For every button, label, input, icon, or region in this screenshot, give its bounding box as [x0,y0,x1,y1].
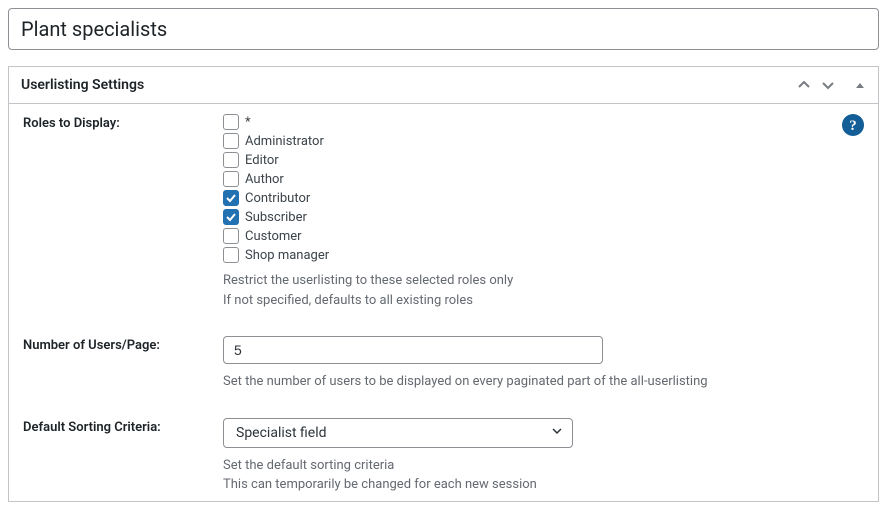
panel-title: Userlisting Settings [21,77,144,93]
sorting-field: Default Sorting Criteria: Specialist fie… [23,418,864,495]
roles-desc-line2: If not specified, defaults to all existi… [223,291,864,311]
sorting-select-value: Specialist field [236,425,327,441]
checkbox-author[interactable] [223,171,239,187]
checkbox-administrator-label[interactable]: Administrator [245,134,324,149]
roles-desc-line1: Restrict the userlisting to these select… [223,271,864,291]
checkbox-subscriber[interactable] [223,209,239,225]
page-title: Plant specialists [21,17,866,41]
roles-control: * Administrator Editor Author Contributo… [223,114,864,310]
roles-desc: Restrict the userlisting to these select… [223,271,864,310]
chevron-up-icon[interactable] [796,77,812,93]
checkbox-shop-manager[interactable] [223,247,239,263]
checkbox-administrator[interactable] [223,133,239,149]
roles-field: Roles to Display: * Administrator Editor… [23,114,864,310]
checkbox-contributor-label[interactable]: Contributor [245,191,310,206]
sorting-desc: Set the default sorting criteria This ca… [223,456,864,495]
panel-body: ? Roles to Display: * Administrator Edit… [9,104,878,495]
chevron-down-icon[interactable] [820,77,836,93]
users-per-page-input[interactable] [223,336,603,364]
perpage-label: Number of Users/Page: [23,336,223,353]
collapse-icon[interactable] [854,79,866,91]
checkbox-customer-label[interactable]: Customer [245,229,302,244]
sorting-label: Default Sorting Criteria: [23,418,223,435]
sorting-desc-line1: Set the default sorting criteria [223,456,864,476]
panel-header: Userlisting Settings [9,67,878,104]
perpage-field: Number of Users/Page: Set the number of … [23,336,864,392]
sorting-desc-line2: This can temporarily be changed for each… [223,475,864,495]
checkbox-author-label[interactable]: Author [245,172,284,187]
perpage-control: Set the number of users to be displayed … [223,336,864,392]
sorting-select[interactable]: Specialist field [223,418,573,448]
roles-label: Roles to Display: [23,114,223,131]
checkbox-all-label[interactable]: * [245,115,251,130]
checkbox-contributor[interactable] [223,190,239,206]
title-box: Plant specialists [8,8,879,50]
checkbox-subscriber-label[interactable]: Subscriber [245,210,307,225]
svg-text:?: ? [849,118,857,134]
panel-controls [796,77,866,93]
checkbox-customer[interactable] [223,228,239,244]
checkbox-editor[interactable] [223,152,239,168]
sorting-control: Specialist field Set the default sorting… [223,418,864,495]
checkbox-all[interactable] [223,114,239,130]
perpage-desc: Set the number of users to be displayed … [223,372,864,392]
checkbox-editor-label[interactable]: Editor [245,153,279,168]
help-icon[interactable]: ? [842,114,864,136]
settings-panel: Userlisting Settings ? Roles to Display: [8,66,879,502]
checkbox-shop-manager-label[interactable]: Shop manager [245,248,329,263]
chevron-down-icon [550,424,564,442]
